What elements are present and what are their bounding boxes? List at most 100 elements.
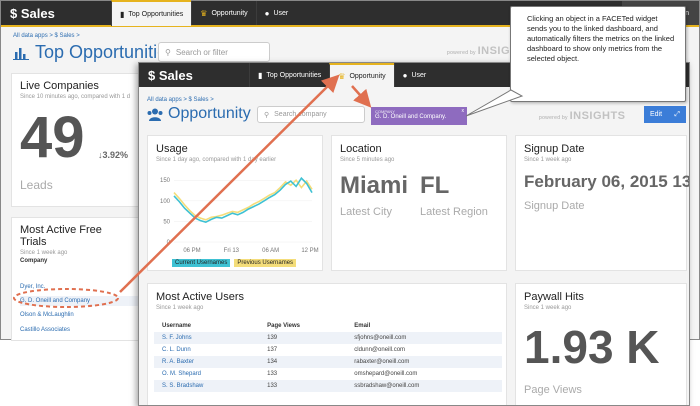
front-tab-opportunity[interactable]: ♛ Opportunity: [329, 63, 394, 87]
users-table: Username Page Views Email S. F. Johns 13…: [154, 320, 502, 392]
front-search-placeholder: Search company: [274, 111, 327, 118]
y-tick-label: 150: [160, 178, 171, 184]
email-cell: ssbradshaw@oneill.com: [346, 380, 502, 392]
username-cell[interactable]: S. S. Bradshaw: [154, 380, 260, 392]
username-cell[interactable]: O. M. Shepard: [154, 368, 259, 380]
widget-title: Location: [340, 143, 382, 155]
x-tick-label: Fri 13: [224, 248, 240, 254]
signup-date-widget: Signup Date Since 1 week ago February 06…: [515, 135, 689, 271]
pageviews-cell: 133: [267, 371, 278, 377]
latest-region-value: FL: [420, 172, 450, 199]
table-row[interactable]: C. L. Dunn 137 cldunn@oneill.com: [154, 344, 502, 356]
legend-previous[interactable]: Previous Usernames: [234, 259, 297, 267]
bar-chart-icon: [13, 47, 29, 60]
widget-title: Most Active Free Trials: [20, 224, 102, 248]
delta-value: 3.92%: [102, 150, 129, 160]
front-tab-label: User: [411, 71, 427, 79]
back-tab-opportunity[interactable]: ♛ Opportunity: [191, 1, 255, 25]
back-tab-label: Opportunity: [211, 9, 248, 17]
column-header[interactable]: Page Views: [259, 320, 346, 332]
live-companies-value: 49: [20, 105, 85, 170]
pageviews-cell: 139: [259, 332, 347, 344]
back-tab-top-opportunities[interactable]: ▮ Top Opportunities: [111, 0, 192, 26]
bar-chart-icon: ▮: [120, 9, 125, 19]
pageviews-cell: 134: [259, 356, 347, 368]
insights-logo: INSIGHTS: [569, 110, 626, 122]
list-item[interactable]: Dyer, Inc.: [20, 282, 140, 292]
person-icon: ●: [264, 8, 270, 18]
y-tick-label: 100: [160, 199, 171, 205]
widget-subtitle: Since 1 week ago: [524, 305, 572, 311]
front-search-input[interactable]: ⚲ Search company: [257, 106, 365, 123]
widget-subtitle: Since 5 minutes ago: [340, 157, 395, 163]
widget-title: Signup Date: [524, 143, 585, 155]
list-item[interactable]: Olson & McLaughlin: [20, 310, 140, 320]
most-active-users-widget: Most Active Users Since 1 week ago Usern…: [147, 283, 507, 405]
delta-badge: ↓3.92%: [98, 150, 128, 160]
company-filter-chip[interactable]: COMPANY G. D. Oneill and Company. x: [371, 107, 467, 125]
table-row[interactable]: O. M. Shepard 133 omshepard@oneill.com: [154, 368, 502, 380]
usage-widget: Usage Since 1 day ago, compared with 1 d…: [147, 135, 323, 271]
pageviews-cell: 133: [259, 380, 347, 392]
table-header-row: Username Page Views Email: [154, 320, 502, 332]
filter-chip-key: COMPANY: [375, 109, 395, 114]
table-row[interactable]: S. S. Bradshaw 133 ssbradshaw@oneill.com: [154, 380, 502, 392]
filter-chip-value: G. D. Oneill and Company.: [375, 114, 447, 120]
email-cell: rabaxter@oneill.com: [346, 356, 502, 368]
powered-by-text: powered by: [539, 115, 568, 121]
annotation-callout: Clicking an object in a FACETed widget s…: [510, 6, 686, 102]
signup-date-label: Signup Date: [524, 200, 585, 212]
table-row[interactable]: R. A. Baxter 134 rabaxter@oneill.com: [154, 356, 502, 368]
users-icon: [147, 108, 163, 121]
username-cell[interactable]: C. L. Dunn: [154, 344, 259, 356]
paywall-hits-label: Page Views: [524, 384, 582, 396]
live-companies-widget: Live Companies Since 10 minutes ago, com…: [11, 73, 139, 207]
back-tab-label: Top Opportunities: [128, 10, 184, 18]
username-cell[interactable]: R. A. Baxter: [154, 356, 260, 368]
front-tab-user[interactable]: ● User: [393, 63, 435, 87]
back-page-title: Top Opportunities: [13, 42, 176, 63]
front-breadcrumb[interactable]: All data apps > $ Sales >: [147, 97, 214, 103]
widget-subtitle: Since 10 minutes ago, compared with 1 d: [20, 94, 131, 100]
latest-region-label: Latest Region: [420, 206, 488, 218]
column-header-company: Company: [20, 258, 48, 264]
trophy-icon: ♛: [200, 8, 208, 18]
location-widget: Location Since 5 minutes ago Miami FL La…: [331, 135, 507, 271]
x-tick-label: 12 PM: [301, 248, 318, 254]
list-item[interactable]: Castillo Associates: [20, 325, 140, 335]
back-search-placeholder: Search or filter: [175, 47, 228, 57]
powered-by-text: powered by: [447, 50, 476, 56]
bar-chart-icon: ▮: [258, 70, 263, 80]
front-dashboard-window: $ Sales ▮ Top Opportunities ♛ Opportunit…: [138, 62, 690, 406]
front-tab-label: Opportunity: [349, 72, 386, 80]
back-breadcrumb[interactable]: All data apps > $ Sales >: [13, 33, 80, 39]
paywall-hits-value: 1.93 K: [524, 321, 660, 373]
most-active-free-trials-widget: Most Active Free Trials Since 1 week ago…: [11, 217, 140, 341]
callout-text: Clicking an object in a FACETed widget s…: [527, 14, 675, 63]
widget-subtitle: Since 1 day ago, compared with 1 day ear…: [156, 157, 277, 163]
back-app-brand[interactable]: $ Sales: [1, 6, 111, 21]
close-icon[interactable]: x: [462, 108, 465, 114]
widget-subtitle: Since 1 week ago: [156, 305, 204, 311]
front-tab-top-opportunities[interactable]: ▮ Top Opportunities: [249, 63, 329, 87]
series-line-previous: [173, 178, 313, 221]
column-header[interactable]: Username: [154, 320, 259, 332]
front-tab-label: Top Opportunities: [266, 71, 322, 79]
back-tab-user[interactable]: ● User: [255, 1, 297, 25]
widget-title: Live Companies: [20, 80, 99, 92]
table-row[interactable]: S. F. Johns 139 sfjohns@oneill.com: [154, 332, 502, 344]
legend-current[interactable]: Current Usernames: [172, 259, 231, 267]
back-search-input[interactable]: ⚲ Search or filter: [158, 42, 270, 62]
username-cell[interactable]: S. F. Johns: [154, 332, 260, 344]
front-app-brand[interactable]: $ Sales: [139, 68, 249, 83]
edit-label: Edit: [650, 111, 663, 118]
edit-button[interactable]: Edit ⤢: [644, 106, 686, 123]
front-powered-by: powered by INSIGHTS: [539, 110, 626, 122]
latest-city-value: Miami: [340, 172, 409, 199]
back-page-title-text: Top Opportunities: [35, 42, 177, 62]
live-companies-label: Leads: [20, 178, 53, 192]
front-page-title: Opportunity: [147, 105, 251, 123]
column-header[interactable]: Email: [346, 320, 502, 332]
x-tick-label: 06 AM: [262, 248, 279, 254]
list-item-selected[interactable]: G. D. Oneill and Company: [20, 296, 140, 306]
